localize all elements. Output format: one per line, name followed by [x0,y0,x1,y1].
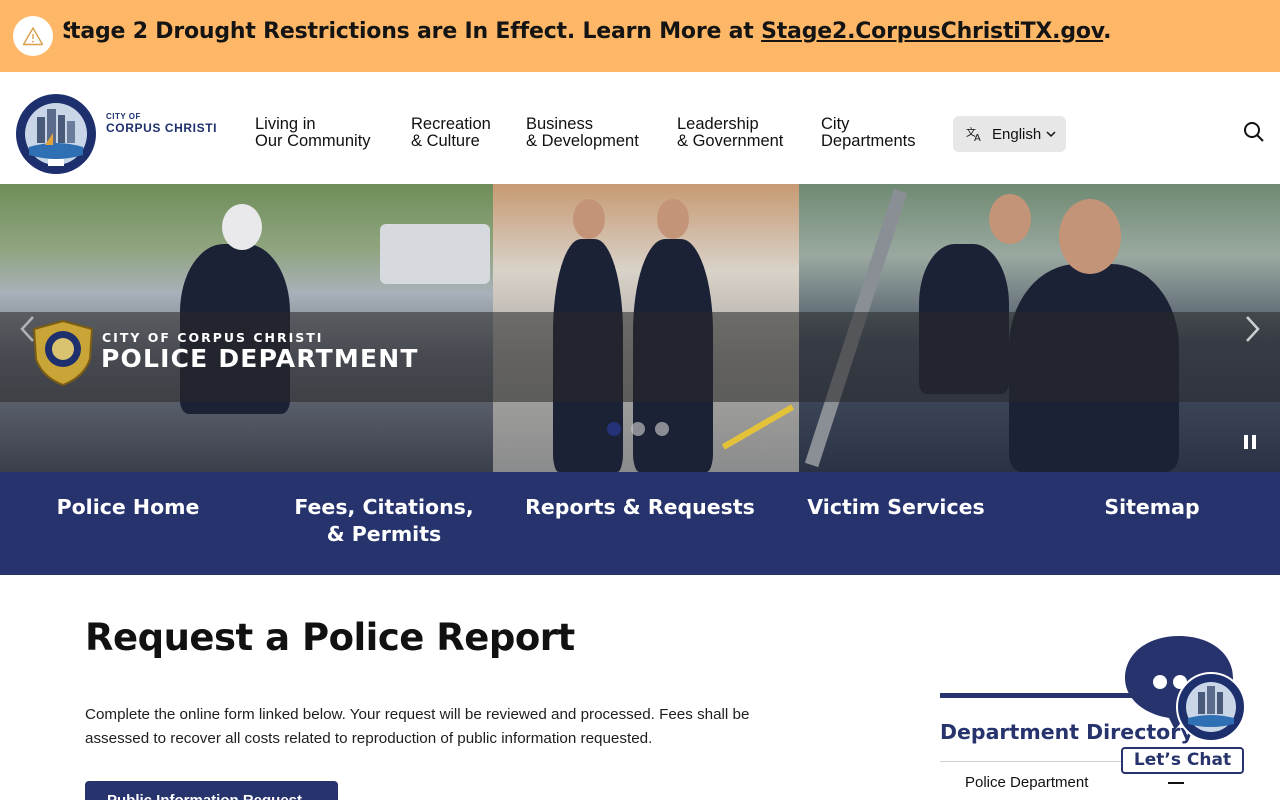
head-shape [1059,199,1121,274]
carousel-prev-button[interactable] [16,314,40,344]
translate-icon: 文 A [966,126,981,142]
pause-icon [1244,435,1256,449]
head-shape [989,194,1031,244]
warning-icon [13,16,53,56]
head-shape [573,199,605,239]
city-wordmark[interactable]: CITY OF CORPUS CHRISTI [106,112,218,135]
alert-message: Stage 2 Drought Restrictions are In Effe… [62,19,1112,44]
nav-line1: City [821,115,850,133]
nav-line2: & Development [526,132,639,150]
subnav-sitemap[interactable]: Sitemap [1024,494,1280,521]
search-button[interactable] [1242,120,1266,144]
chevron-right-icon [1246,316,1260,342]
nav-line2: Our Community [255,132,371,150]
nav-recreation-culture[interactable]: Recreation & Culture [411,116,491,150]
nav-line1: Recreation [411,115,491,133]
police-subnav: Police Home Fees, Citations, & Permits R… [0,472,1280,575]
carousel-dot-1[interactable] [607,422,621,436]
nav-line2: & Culture [411,132,480,150]
alert-message-end: . [1103,19,1112,44]
wordmark-small: CITY OF [106,112,141,121]
helmet-shape [222,204,262,250]
nav-living-in-our-community[interactable]: Living in Our Community [255,116,371,150]
nav-leadership-government[interactable]: Leadership & Government [677,116,783,150]
head-shape [657,199,689,239]
language-select[interactable]: 文 A English [953,116,1066,152]
carousel-dot-2[interactable] [631,422,645,436]
subnav-fees-citations-permits[interactable]: Fees, Citations, & Permits [256,494,512,548]
subnav-police-home[interactable]: Police Home [0,494,256,521]
nav-line1: Business [526,115,593,133]
nav-line2: & Government [677,132,784,150]
nav-business-development[interactable]: Business & Development [526,116,639,150]
public-information-request-button[interactable]: Public Information Request [85,781,338,800]
hero-carousel: CITY OF CORPUS CHRISTI POLICE DEPARTMENT [0,184,1280,472]
nav-line1: Leadership [677,115,759,133]
collapse-minus-icon[interactable] [1168,782,1184,784]
wordmark-big: CORPUS CHRISTI [106,121,218,135]
carousel-next-button[interactable] [1240,314,1264,344]
carousel-indicators [607,422,669,436]
nav-line1: Living in [255,115,316,133]
intro-paragraph: Complete the online form linked below. Y… [85,706,750,747]
language-label: English [992,125,1042,143]
subnav-victim-services[interactable]: Victim Services [768,494,1024,521]
alert-message-text: tage 2 Drought Restrictions are In Effec… [70,19,762,44]
chevron-left-icon [20,316,34,342]
site-header: CITY OF CORPUS CHRISTI Living in Our Com… [0,72,1280,184]
svg-text:A: A [974,133,981,142]
nav-city-departments[interactable]: City Departments [821,116,915,150]
search-icon [1244,122,1264,142]
carousel-dot-3[interactable] [655,422,669,436]
police-car-shape [380,224,490,284]
road-line [721,404,795,450]
page-title: Request a Police Report [85,616,575,659]
directory-item-police-department[interactable]: Police Department [965,774,1088,791]
alert-clipped-letter: S [62,19,70,44]
city-seal-logo[interactable] [15,93,97,175]
nav-line2: Departments [821,132,916,150]
chat-label: Let’s Chat [1121,747,1244,774]
subnav-reports-requests[interactable]: Reports & Requests [512,494,768,521]
carousel-pause-button[interactable] [1238,433,1262,451]
pd-title-small: CITY OF CORPUS CHRISTI [102,330,324,345]
chevron-down-icon [1046,131,1056,138]
drought-info-link[interactable]: Stage2.CorpusChristiTX.gov [761,19,1103,44]
city-seal-icon [1176,672,1246,742]
pd-title-big: POLICE DEPARTMENT [101,344,419,373]
alert-banner: Stage 2 Drought Restrictions are In Effe… [0,0,1280,72]
button-label: Public Information Request [107,792,302,800]
chat-widget[interactable]: Let’s Chat [1118,632,1248,777]
